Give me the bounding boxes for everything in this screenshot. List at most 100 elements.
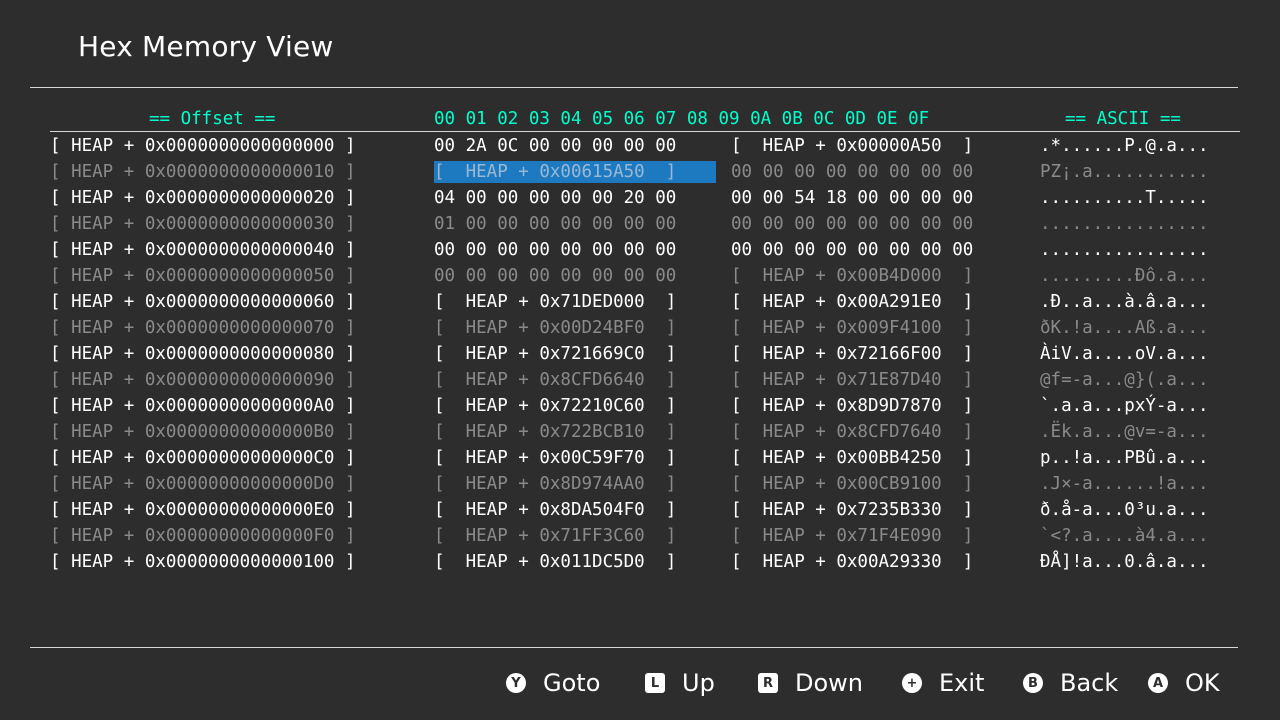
row-offset: [ HEAP + 0x00000000000000E0 ]	[50, 500, 356, 520]
row-offset: [ HEAP + 0x00000000000000D0 ]	[50, 474, 356, 494]
row-offset: [ HEAP + 0x0000000000000000 ]	[50, 136, 356, 156]
button-label: Down	[795, 669, 864, 697]
row-bytes-high: [ HEAP + 0x71E87D40 ]	[731, 370, 974, 390]
button-label: Back	[1060, 669, 1119, 697]
row-ascii: ................	[1040, 240, 1209, 260]
table-row[interactable]: [ HEAP + 0x00000000000000E0 ] [ HEAP + 0x…	[0, 497, 1280, 523]
row-ascii: ................	[1040, 214, 1209, 234]
row-bytes-low: [ HEAP + 0x00C59F70 ]	[434, 448, 677, 468]
row-bytes-low: [ HEAP + 0x8DA504F0 ]	[434, 500, 677, 520]
table-row[interactable]: [ HEAP + 0x00000000000000C0 ] [ HEAP + 0x…	[0, 445, 1280, 471]
button-label: Goto	[543, 669, 601, 697]
table-row[interactable]: [ HEAP + 0x0000000000000080 ] [ HEAP + 0x…	[0, 341, 1280, 367]
row-ascii: ..........T.....	[1040, 188, 1209, 208]
row-bytes-high: 00 00 54 18 00 00 00 00	[731, 188, 974, 208]
row-offset: [ HEAP + 0x00000000000000C0 ]	[50, 448, 356, 468]
a-button-icon: A	[1148, 673, 1168, 693]
table-row[interactable]: [ HEAP + 0x0000000000000070 ] [ HEAP + 0x…	[0, 315, 1280, 341]
row-ascii: .........Ðô.a...	[1040, 266, 1209, 286]
row-bytes-high: [ HEAP + 0x00BB4250 ]	[731, 448, 974, 468]
row-bytes-high: [ HEAP + 0x00B4D000 ]	[731, 266, 974, 286]
bottom-divider	[30, 647, 1238, 648]
row-ascii: .Ð..a...à.â.a...	[1040, 292, 1209, 312]
offset-column-header: == Offset ==	[149, 109, 276, 129]
row-bytes-low: [ HEAP + 0x8CFD6640 ]	[434, 370, 677, 390]
down-button[interactable]: R Down	[758, 668, 863, 698]
row-bytes-low: [ HEAP + 0x00615A50 ]	[434, 162, 677, 182]
row-offset: [ HEAP + 0x0000000000000040 ]	[50, 240, 356, 260]
table-row[interactable]: [ HEAP + 0x0000000000000100 ] [ HEAP + 0x…	[0, 549, 1280, 575]
row-bytes-high: [ HEAP + 0x009F4100 ]	[731, 318, 974, 338]
table-row[interactable]: [ HEAP + 0x0000000000000060 ] [ HEAP + 0x…	[0, 289, 1280, 315]
row-offset: [ HEAP + 0x0000000000000010 ]	[50, 162, 356, 182]
button-label: Exit	[939, 669, 985, 697]
row-ascii: .*......P.@.a...	[1040, 136, 1209, 156]
row-ascii: p..!a...PBû.a...	[1040, 448, 1209, 468]
table-row[interactable]: [ HEAP + 0x00000000000000A0 ] [ HEAP + 0x…	[0, 393, 1280, 419]
row-bytes-low: 00 00 00 00 00 00 00 00	[434, 240, 677, 260]
row-offset: [ HEAP + 0x0000000000000070 ]	[50, 318, 356, 338]
row-ascii: ðK.!a....Aß.a...	[1040, 318, 1209, 338]
row-offset: [ HEAP + 0x0000000000000100 ]	[50, 552, 356, 572]
l-button-icon: L	[645, 673, 665, 693]
plus-button-icon: +	[902, 673, 922, 693]
row-bytes-low: 04 00 00 00 00 00 20 00	[434, 188, 677, 208]
row-bytes-high: [ HEAP + 0x8D9D7870 ]	[731, 396, 974, 416]
row-bytes-low: 01 00 00 00 00 00 00 00	[434, 214, 677, 234]
row-bytes-high: [ HEAP + 0x71F4E090 ]	[731, 526, 974, 546]
button-label: OK	[1185, 669, 1220, 697]
table-row[interactable]: [ HEAP + 0x00000000000000B0 ] [ HEAP + 0x…	[0, 419, 1280, 445]
row-ascii: ð.å-a...0³u.a...	[1040, 500, 1209, 520]
table-row[interactable]: [ HEAP + 0x0000000000000010 ] [ HEAP + 0x…	[0, 159, 1280, 185]
table-row[interactable]: [ HEAP + 0x0000000000000090 ] [ HEAP + 0x…	[0, 367, 1280, 393]
table-row[interactable]: [ HEAP + 0x0000000000000000 ] 00 2A 0C 00…	[0, 133, 1280, 159]
row-bytes-high: [ HEAP + 0x00A291E0 ]	[731, 292, 974, 312]
row-ascii: ÀiV.a....oV.a...	[1040, 344, 1209, 364]
b-button-icon: B	[1023, 673, 1043, 693]
table-row[interactable]: [ HEAP + 0x0000000000000050 ] 00 00 00 00…	[0, 263, 1280, 289]
goto-button[interactable]: Y Goto	[506, 668, 600, 698]
table-row[interactable]: [ HEAP + 0x0000000000000030 ] 01 00 00 00…	[0, 211, 1280, 237]
row-offset: [ HEAP + 0x00000000000000B0 ]	[50, 422, 356, 442]
row-ascii: .J×-a......!a...	[1040, 474, 1209, 494]
bytes-column-header: 00 01 02 03 04 05 06 07 08 09 0A 0B 0C 0…	[434, 109, 930, 129]
page-title: Hex Memory View	[78, 30, 334, 63]
row-bytes-low: [ HEAP + 0x722BCB10 ]	[434, 422, 677, 442]
row-bytes-high: [ HEAP + 0x00A29330 ]	[731, 552, 974, 572]
ok-button[interactable]: A OK	[1148, 668, 1220, 698]
table-row[interactable]: [ HEAP + 0x00000000000000D0 ] [ HEAP + 0x…	[0, 471, 1280, 497]
header-divider	[50, 131, 1240, 132]
row-offset: [ HEAP + 0x0000000000000030 ]	[50, 214, 356, 234]
row-bytes-high: [ HEAP + 0x00CB9100 ]	[731, 474, 974, 494]
row-ascii: @f=-a...@}(.a...	[1040, 370, 1209, 390]
row-bytes-low: 00 2A 0C 00 00 00 00 00	[434, 136, 677, 156]
table-row[interactable]: [ HEAP + 0x00000000000000F0 ] [ HEAP + 0x…	[0, 523, 1280, 549]
row-bytes-high: [ HEAP + 0x72166F00 ]	[731, 344, 974, 364]
row-bytes-low: [ HEAP + 0x71DED000 ]	[434, 292, 677, 312]
row-ascii: `<?.a....à4.a...	[1040, 526, 1209, 546]
button-label: Up	[682, 669, 715, 697]
row-bytes-high: 00 00 00 00 00 00 00 00	[731, 162, 974, 182]
row-offset: [ HEAP + 0x00000000000000A0 ]	[50, 396, 356, 416]
table-row[interactable]: [ HEAP + 0x0000000000000040 ] 00 00 00 00…	[0, 237, 1280, 263]
row-bytes-high: [ HEAP + 0x7235B330 ]	[731, 500, 974, 520]
r-button-icon: R	[758, 673, 778, 693]
row-bytes-high: [ HEAP + 0x8CFD7640 ]	[731, 422, 974, 442]
row-offset: [ HEAP + 0x00000000000000F0 ]	[50, 526, 356, 546]
ascii-column-header: == ASCII ==	[1065, 109, 1181, 129]
row-offset: [ HEAP + 0x0000000000000060 ]	[50, 292, 356, 312]
row-offset: [ HEAP + 0x0000000000000020 ]	[50, 188, 356, 208]
row-offset: [ HEAP + 0x0000000000000050 ]	[50, 266, 356, 286]
row-ascii: `.a.a...pxÝ-a...	[1040, 396, 1209, 416]
row-bytes-low: [ HEAP + 0x00D24BF0 ]	[434, 318, 677, 338]
row-bytes-low: [ HEAP + 0x721669C0 ]	[434, 344, 677, 364]
row-ascii: .Ëk.a...@v=-a...	[1040, 422, 1209, 442]
back-button[interactable]: B Back	[1023, 668, 1118, 698]
row-bytes-low: [ HEAP + 0x71FF3C60 ]	[434, 526, 677, 546]
exit-button[interactable]: + Exit	[902, 668, 984, 698]
top-divider	[30, 87, 1238, 88]
row-ascii: ÐÅ]!a...0.â.a...	[1040, 552, 1209, 572]
table-row[interactable]: [ HEAP + 0x0000000000000020 ] 04 00 00 00…	[0, 185, 1280, 211]
up-button[interactable]: L Up	[645, 668, 715, 698]
row-offset: [ HEAP + 0x0000000000000080 ]	[50, 344, 356, 364]
